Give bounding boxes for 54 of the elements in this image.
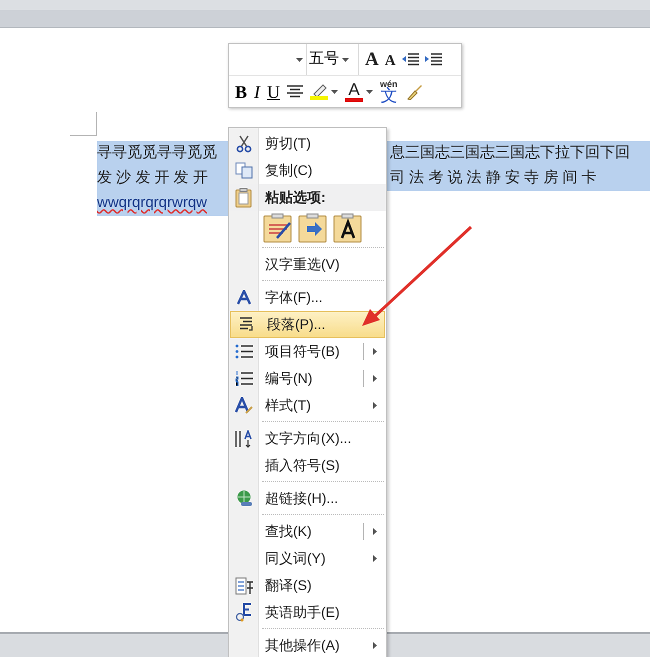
center-align-icon[interactable] bbox=[287, 84, 304, 98]
menu-item[interactable]: 文字方向(X)... bbox=[229, 425, 386, 452]
bullet-list-icon bbox=[235, 344, 253, 359]
menu-item[interactable]: 字体(F)... bbox=[229, 284, 386, 311]
underline-button[interactable]: U bbox=[267, 82, 280, 100]
scissors-icon bbox=[236, 134, 252, 152]
dropdown-caret-icon[interactable] bbox=[342, 58, 349, 62]
document-text: 寻寻觅觅寻寻觅觅 bbox=[97, 143, 217, 164]
globe-icon bbox=[236, 490, 252, 507]
copy-icon bbox=[235, 162, 253, 179]
menu-item[interactable]: 查找(K) bbox=[229, 518, 386, 545]
numbered-list-icon bbox=[235, 371, 253, 386]
grow-font-button[interactable]: A bbox=[365, 50, 379, 69]
document-text: 发 沙 发 开 发 开 bbox=[97, 168, 208, 188]
font-size-field[interactable]: 五号 bbox=[307, 44, 359, 75]
menu-item[interactable]: 剪切(T) bbox=[229, 130, 386, 157]
font-color-button[interactable]: A bbox=[345, 81, 364, 102]
indent-icon[interactable] bbox=[424, 52, 442, 67]
letter-a-icon bbox=[237, 290, 251, 305]
shrink-font-button[interactable]: A bbox=[384, 54, 396, 68]
outdent-icon[interactable] bbox=[402, 52, 419, 67]
document-text: 司 法 考 说 法 静 安 寺 房 间 卡 bbox=[390, 168, 597, 188]
merge-formatting-paste-icon[interactable] bbox=[298, 213, 327, 243]
translate-icon bbox=[234, 576, 254, 594]
menu-item[interactable]: 超链接(H)... bbox=[229, 485, 386, 512]
menu-item[interactable]: 汉字重选(V) bbox=[229, 251, 386, 278]
bold-button[interactable]: B bbox=[235, 82, 248, 100]
dropdown-caret-icon[interactable] bbox=[331, 90, 338, 94]
brush-icon[interactable] bbox=[404, 84, 423, 100]
menu-item[interactable]: 其他操作(A) bbox=[229, 632, 386, 657]
menu-item[interactable]: 复制(C) bbox=[229, 157, 386, 184]
menu-item[interactable]: 同义词(Y) bbox=[229, 545, 386, 572]
highlighter-icon[interactable] bbox=[310, 83, 328, 100]
menu-item[interactable]: 英语助手(E) bbox=[229, 599, 386, 626]
dropdown-caret-icon[interactable] bbox=[296, 58, 303, 62]
text-only-paste-icon[interactable] bbox=[333, 213, 362, 243]
menu-item[interactable]: 段落(P)... bbox=[230, 311, 385, 338]
menu-item[interactable]: 插入符号(S) bbox=[229, 452, 386, 479]
document-text: wwqrqrqrqrwrqw bbox=[97, 193, 208, 214]
paste-options-heading: 粘贴选项: bbox=[264, 188, 326, 207]
clipboard-icon bbox=[235, 188, 252, 208]
phonetic-guide-button[interactable]: wén 文 bbox=[380, 80, 398, 104]
styles-icon bbox=[235, 397, 253, 414]
keep-formatting-paste-icon[interactable] bbox=[263, 213, 292, 243]
english-assistant-icon bbox=[235, 603, 253, 622]
document-text: 息三国志三国志三国志下拉下回下回 bbox=[390, 143, 630, 164]
menu-item[interactable]: 编号(N) bbox=[229, 365, 386, 392]
menu-item[interactable]: 样式(T) bbox=[229, 392, 386, 419]
menu-item[interactable]: 翻译(S) bbox=[229, 572, 386, 599]
text-direction-icon bbox=[234, 430, 254, 448]
italic-button[interactable]: I bbox=[254, 82, 260, 100]
menu-item[interactable]: 项目符号(B) bbox=[229, 338, 386, 365]
dropdown-caret-icon[interactable] bbox=[366, 90, 374, 94]
paragraph-icon bbox=[238, 317, 254, 332]
